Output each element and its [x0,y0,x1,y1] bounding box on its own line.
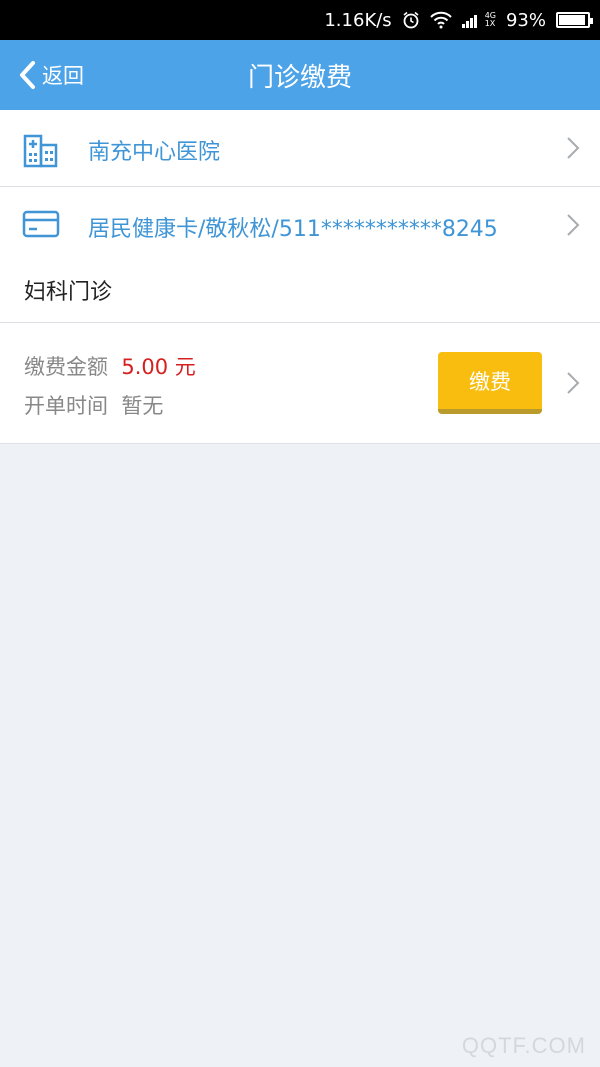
amount-label: 缴费金额 [24,355,108,379]
alarm-icon [402,11,420,29]
battery-icon [556,12,593,28]
chevron-right-icon [566,213,580,241]
wifi-icon [429,11,452,29]
hospital-row[interactable]: 南充中心医院 [0,110,600,186]
page-title: 门诊缴费 [247,62,352,93]
health-card-row[interactable]: 居民健康卡/敬秋松/511***********8245 [0,187,600,263]
time-label: 开单时间 [24,394,108,418]
amount-line: 缴费金额 5.00 元 [24,351,196,381]
chevron-right-icon [566,136,580,164]
patient-card: 居民健康卡/敬秋松/511***********8245 妇科门诊 [0,187,600,322]
health-card-text: 居民健康卡/敬秋松/511***********8245 [88,217,498,242]
back-label: 返回 [42,64,84,88]
title-bar: 返回 门诊缴费 [0,40,600,110]
signal-icon: 4G 1X [461,12,496,28]
divider [0,443,600,444]
network-subtype: 1X [484,19,496,28]
hospital-name: 南充中心医院 [88,140,221,165]
time-line: 开单时间 暂无 [24,390,163,420]
id-card-icon [22,208,60,244]
time-value: 暂无 [121,394,164,418]
chevron-right-icon [566,371,580,399]
amount-value: 5.00 元 [121,355,196,379]
status-bar: 1.16K/s 4G 1X 93% [0,0,600,40]
battery-percent: 93% [505,9,546,31]
network-speed: 1.16K/s [324,9,392,31]
pay-button[interactable]: 缴费 [438,352,542,414]
chevron-left-icon [20,61,35,89]
department-name: 妇科门诊 [24,280,113,305]
back-button[interactable]: 返回 [18,40,84,110]
watermark: QQTF.COM [461,1033,586,1058]
hospital-icon [22,130,60,172]
